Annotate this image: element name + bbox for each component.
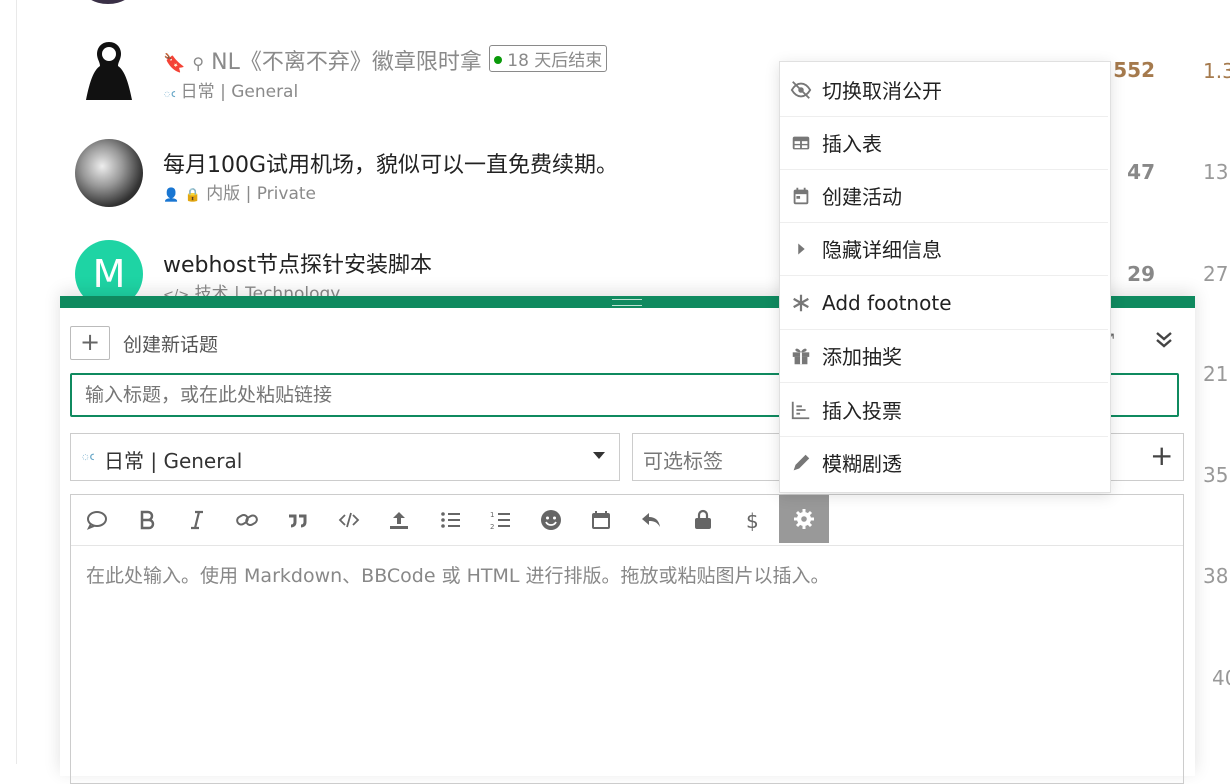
editor[interactable]: 12 $ 在此处输入。使用 Markdown、BBCode 或 HTML 进行排…	[70, 494, 1184, 784]
gear-icon[interactable]	[779, 495, 829, 543]
menu-item-add-footnote[interactable]: Add footnote	[780, 276, 1108, 330]
menu-item-label: 切换取消公开	[822, 79, 942, 103]
italic-icon[interactable]	[175, 495, 219, 545]
gift-icon	[780, 345, 822, 367]
menu-item-label: 隐藏详细信息	[822, 238, 942, 262]
views-count: 35	[1203, 463, 1229, 487]
menu-item-label: 插入表	[822, 132, 882, 156]
chart-icon	[780, 399, 822, 421]
caret-right-icon	[780, 238, 822, 260]
badge-text: 18 天后结束	[507, 51, 603, 71]
bullet-list-icon[interactable]	[429, 495, 473, 545]
topic-title[interactable]: 每月100G试用机场，貌似可以一直免费续期。	[163, 147, 618, 179]
pin-icon: ⚲	[192, 54, 205, 73]
collapse-icon[interactable]	[1152, 328, 1176, 356]
topic-title[interactable]: 🔖 ⚲ NL《不离不弃》徽章限时拿 18 天后结束	[163, 44, 608, 76]
eye-slash-icon	[780, 79, 822, 101]
comment-icon: ఁ	[163, 85, 176, 101]
views-count: 27	[1203, 262, 1229, 286]
calendar-icon	[780, 185, 822, 207]
svg-text:2: 2	[490, 523, 494, 531]
category-label[interactable]: 日常 | General	[181, 82, 299, 102]
comment-icon: ఁ	[81, 446, 95, 464]
menu-item-create-event[interactable]: 创建活动	[780, 169, 1108, 223]
table-icon	[780, 132, 822, 154]
menu-item-hide-details[interactable]: 隐藏详细信息	[780, 222, 1108, 276]
menu-item-add-giveaway[interactable]: 添加抽奖	[780, 329, 1108, 383]
options-popup-menu: 切换取消公开 插入表 创建活动 隐藏详细信息 Add footnote 添加抽奖…	[779, 61, 1111, 493]
status-badge: 18 天后结束	[488, 45, 608, 72]
dollar-icon[interactable]: $	[731, 495, 775, 545]
incognito-icon: 👤	[163, 188, 180, 203]
composer-action-label: 创建新话题	[123, 334, 219, 356]
menu-item-label: 创建活动	[822, 185, 902, 209]
lock-icon[interactable]	[681, 495, 725, 545]
link-icon[interactable]	[225, 495, 269, 545]
blockquote-icon[interactable]	[275, 495, 319, 545]
views-count: 40	[1212, 666, 1230, 690]
calendar-icon[interactable]	[579, 495, 623, 545]
status-dot-icon	[493, 56, 502, 64]
menu-item-label: 模糊剧透	[822, 452, 902, 476]
avatar[interactable]	[75, 139, 143, 207]
partial-avatar	[82, 0, 134, 4]
category-dropdown[interactable]: ఁ 日常 | General	[70, 433, 620, 481]
category-selected-value: 日常 | General	[104, 449, 243, 473]
pencil-icon	[780, 452, 822, 474]
menu-item-blur-spoiler[interactable]: 模糊剧透	[780, 436, 1108, 489]
topic-category[interactable]: ఁ 日常 | General	[163, 77, 298, 104]
svg-text:1: 1	[490, 511, 494, 519]
topic-title-text[interactable]: NL《不离不弃》徽章限时拿	[211, 50, 482, 75]
menu-item-insert-table[interactable]: 插入表	[780, 116, 1108, 170]
quote-reply-icon[interactable]	[75, 495, 119, 545]
views-count: 21	[1203, 362, 1229, 386]
category-label[interactable]: 内版 | Private	[206, 184, 316, 204]
tags-placeholder: 可选标签	[643, 449, 723, 473]
avatar[interactable]	[75, 38, 143, 106]
emoji-icon[interactable]	[529, 495, 573, 545]
menu-item-label: Add footnote	[822, 290, 952, 315]
bookmark-icon: 🔖	[163, 53, 186, 74]
chevron-down-icon	[591, 447, 607, 467]
code-icon[interactable]	[327, 495, 371, 545]
editor-toolbar: 12 $	[71, 495, 1183, 546]
reply-icon[interactable]	[629, 495, 673, 545]
topic-category[interactable]: 👤 🔒 内版 | Private	[163, 179, 316, 204]
new-topic-button[interactable]: +	[70, 326, 110, 360]
menu-item-label: 插入投票	[822, 399, 902, 423]
asterisk-icon	[780, 292, 822, 314]
bold-icon[interactable]	[125, 495, 169, 545]
avatar-letter: M	[92, 252, 126, 296]
menu-item-label: 添加抽奖	[822, 345, 902, 369]
topic-title[interactable]: webhost节点探针安装脚本	[163, 247, 432, 279]
resize-grip-icon[interactable]	[612, 299, 642, 306]
lock-icon: 🔒	[184, 188, 201, 203]
upload-icon[interactable]	[377, 495, 421, 545]
numbered-list-icon[interactable]: 12	[479, 495, 523, 545]
views-count: 1.3	[1203, 59, 1230, 83]
editor-placeholder: 在此处输入。使用 Markdown、BBCode 或 HTML 进行排版。拖放或…	[86, 565, 830, 587]
views-count: 38	[1203, 564, 1229, 588]
add-icon[interactable]: +	[1150, 439, 1173, 472]
menu-item-insert-poll[interactable]: 插入投票	[780, 383, 1108, 437]
menu-item-toggle-unpublish[interactable]: 切换取消公开	[780, 63, 1108, 117]
svg-text:$: $	[746, 509, 759, 532]
views-count: 13	[1203, 160, 1229, 184]
